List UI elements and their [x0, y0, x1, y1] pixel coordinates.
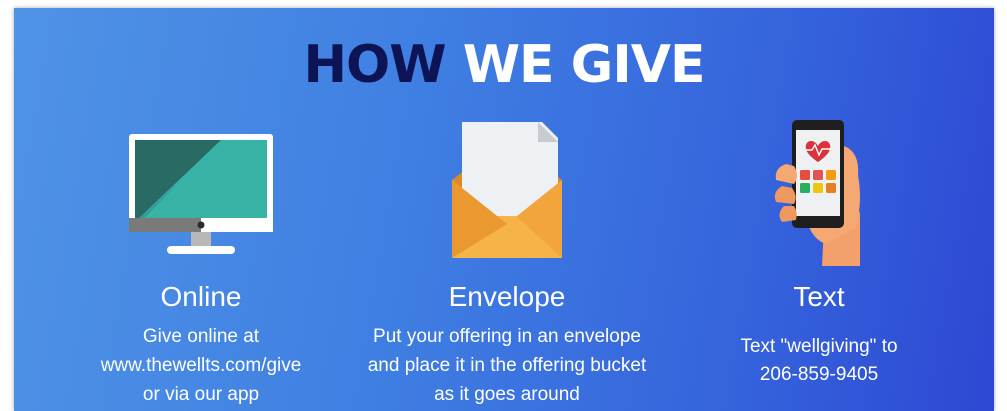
description-line: 206-859-9405 [759, 364, 879, 385]
giving-method-envelope: Envelope Put your offering in an envelop… [347, 116, 667, 409]
method-title-envelope: Envelope [448, 281, 566, 312]
method-title-text: Text [793, 281, 845, 312]
title-words-we-give: WE GIVE [462, 35, 706, 95]
description-line: Put your offering in an envelope [373, 326, 641, 347]
envelope-letter-icon [452, 122, 562, 258]
method-description-text: Text "wellgiving" to 206-859-9405 [659, 333, 979, 389]
description-line: Text "wellgiving" to [740, 336, 898, 357]
icon-container-text [659, 116, 979, 266]
method-description-envelope: Put your offering in an envelope and pla… [347, 322, 667, 409]
description-line: www.thewellts.com/give [100, 355, 302, 376]
description-line: Give online at [142, 326, 260, 347]
giving-method-online: Online Give online at www.thewellts.com/… [41, 116, 361, 409]
page-title: HOW WE GIVE [14, 34, 994, 96]
giving-method-text: Text Text "wellgiving" to 206-859-9405 [659, 116, 979, 389]
how-we-give-banner: HOW WE GIVE Online Give online at www.th… [14, 8, 994, 411]
hand-smartphone-icon [774, 120, 860, 266]
title-word-how: HOW [303, 35, 447, 95]
icon-container-online [41, 116, 361, 266]
description-line: and place it in the offering bucket [367, 355, 647, 376]
desktop-monitor-icon [129, 134, 273, 254]
icon-container-envelope [347, 116, 667, 266]
description-line: as it goes around [434, 384, 580, 405]
description-line: or via our app [142, 384, 260, 405]
method-description-online: Give online at www.thewellts.com/give or… [41, 322, 361, 409]
method-title-online: Online [160, 281, 242, 312]
